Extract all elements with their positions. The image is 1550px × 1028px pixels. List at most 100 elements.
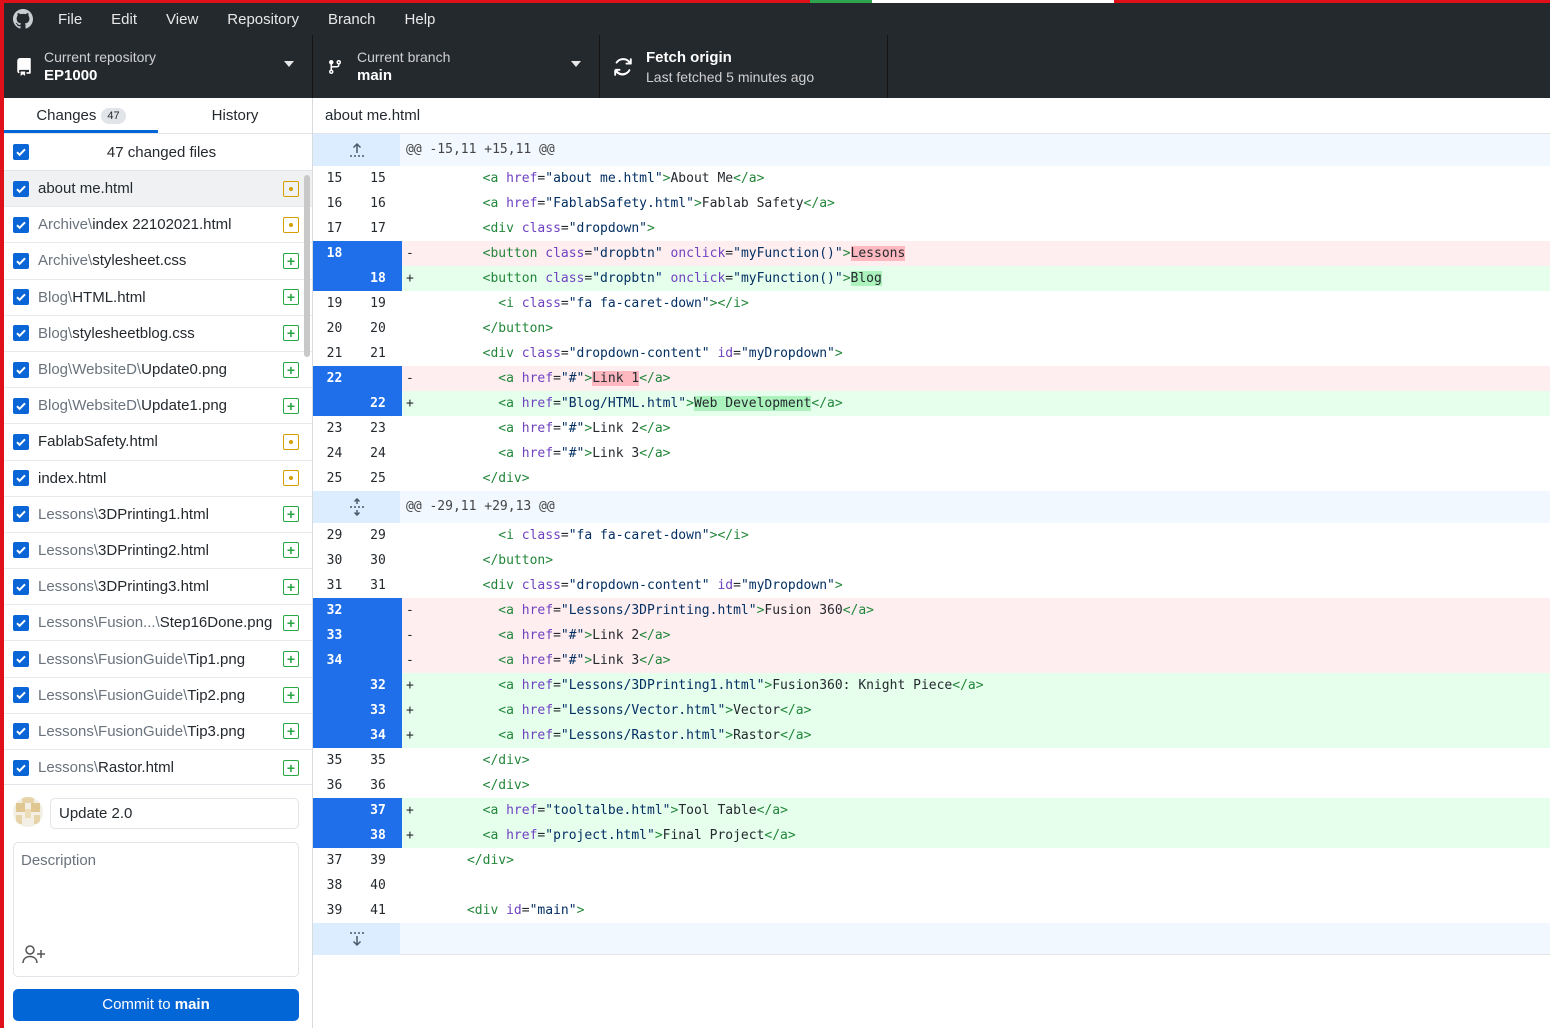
deleted-line[interactable]: 33 - <a href="#">Link 2</a> <box>313 623 1550 648</box>
commit-button[interactable]: Commit to main <box>13 989 299 1021</box>
context-line: 16 16 <a href="FablabSafety.html">Fablab … <box>313 191 1550 216</box>
select-all-checkbox[interactable] <box>13 144 29 160</box>
added-line[interactable]: 32 + <a href="Lessons/3DPrinting1.html">F… <box>313 673 1550 698</box>
added-line[interactable]: 38 + <a href="project.html">Final Project… <box>313 823 1550 848</box>
menu-help[interactable]: Help <box>391 11 451 28</box>
hunk-header[interactable]: @@ -15,11 +15,11 @@ <box>313 134 1550 166</box>
new-line-number: 18 <box>356 266 400 291</box>
file-dir: Lessons\ <box>38 505 99 523</box>
added-line[interactable]: 37 + <a href="tooltalbe.html">Tool Table<… <box>313 798 1550 823</box>
file-row[interactable]: Blog\HTML.html + <box>4 280 312 316</box>
file-checkbox[interactable] <box>13 651 29 668</box>
code-text: </div> <box>482 778 530 793</box>
add-coauthor-icon[interactable] <box>22 944 46 968</box>
added-line[interactable]: 33 + <a href="Lessons/Vector.html">Vector… <box>313 698 1550 723</box>
file-checkbox[interactable] <box>13 325 29 342</box>
deleted-line[interactable]: 32 - <a href="Lessons/3DPrinting.html">Fu… <box>313 598 1550 623</box>
file-row[interactable]: Lessons\3DPrinting2.html + <box>4 533 312 570</box>
menu-view[interactable]: View <box>152 11 213 28</box>
file-row[interactable]: Blog\stylesheetblog.css + <box>4 316 312 352</box>
code-text: </div> <box>482 471 530 486</box>
expand-both-icon[interactable] <box>313 491 400 523</box>
file-checkbox[interactable] <box>13 180 29 197</box>
commit-panel: Update 2.0 Description Commit to main <box>4 784 312 1028</box>
added-line[interactable]: 22 + <a href="Blog/HTML.html">Web Develop… <box>313 391 1550 416</box>
deleted-line[interactable]: 22 - <a href="#">Link 1</a> <box>313 366 1550 391</box>
file-row[interactable]: Lessons\Fusion...\Step16Done.png + <box>4 605 312 642</box>
github-logo-icon <box>4 9 42 29</box>
file-name: about me.html <box>38 180 134 198</box>
file-row[interactable]: Archive\index 22102021.html <box>4 207 312 244</box>
file-row[interactable]: Lessons\Rastor.html + <box>4 750 312 781</box>
fetch-origin-button[interactable]: Fetch origin Last fetched 5 minutes ago <box>600 35 888 98</box>
context-line: 36 36 </div> <box>313 773 1550 798</box>
file-checkbox[interactable] <box>13 216 29 233</box>
added-line[interactable]: 34 + <a href="Lessons/Rastor.html">Rastor… <box>313 723 1550 748</box>
file-row[interactable]: Lessons\3DPrinting3.html + <box>4 569 312 606</box>
file-checkbox[interactable] <box>13 614 29 631</box>
old-line-number: 37 <box>313 848 356 873</box>
commit-summary-input[interactable]: Update 2.0 <box>50 798 299 829</box>
file-checkbox[interactable] <box>13 252 29 269</box>
file-row[interactable]: Blog\WebsiteD\Update1.png + <box>4 388 312 425</box>
file-row[interactable]: Lessons\FusionGuide\Tip2.png + <box>4 678 312 714</box>
hunk-header[interactable]: @@ -29,11 +29,13 @@ <box>313 491 1550 523</box>
file-row[interactable]: about me.html <box>4 171 312 208</box>
old-line-number: 21 <box>313 341 356 366</box>
tab-history[interactable]: History <box>158 98 312 133</box>
code-text: </button> <box>482 553 554 568</box>
file-row[interactable]: Blog\WebsiteD\Update0.png + <box>4 352 312 389</box>
file-dir: Blog\WebsiteD\ <box>38 361 142 379</box>
old-line-number: 34 <box>313 648 356 673</box>
file-checkbox[interactable] <box>13 506 29 523</box>
file-row[interactable]: Lessons\3DPrinting1.html + <box>4 497 312 533</box>
file-checkbox[interactable] <box>13 470 29 487</box>
menu-edit[interactable]: Edit <box>97 11 152 28</box>
menu-file[interactable]: File <box>42 11 97 28</box>
file-checkbox[interactable] <box>13 433 29 450</box>
expand-up-icon[interactable] <box>313 134 400 166</box>
file-name: Update0.png <box>141 361 228 379</box>
file-row[interactable]: Lessons\FusionGuide\Tip1.png + <box>4 641 312 678</box>
file-path: Blog\stylesheetblog.css <box>38 325 283 342</box>
file-row[interactable]: Archive\stylesheet.css + <box>4 243 312 280</box>
file-added-icon: + <box>283 397 299 414</box>
menu-branch[interactable]: Branch <box>314 11 391 28</box>
file-row[interactable]: index.html <box>4 461 312 497</box>
added-line[interactable]: 18 + <button class="dropbtn" onclick="myF… <box>313 266 1550 291</box>
deleted-line[interactable]: 34 - <a href="#">Link 3</a> <box>313 648 1550 673</box>
file-dir: Lessons\Fusion...\ <box>38 614 160 632</box>
file-path: Archive\stylesheet.css <box>38 252 283 269</box>
new-line-number: 31 <box>356 573 400 598</box>
menu-repository[interactable]: Repository <box>213 11 314 28</box>
file-checkbox[interactable] <box>13 397 29 414</box>
code-text: - <a href="#">Link 3</a> <box>406 653 671 668</box>
expand-down-icon[interactable] <box>313 923 400 955</box>
file-checkbox[interactable] <box>13 723 29 740</box>
file-checkbox[interactable] <box>13 759 29 776</box>
file-row[interactable]: Lessons\FusionGuide\Tip3.png + <box>4 714 312 750</box>
file-dir: Blog\ <box>38 324 73 342</box>
diff-file-name: about me.html <box>313 98 1550 134</box>
file-checkbox[interactable] <box>13 542 29 559</box>
commit-description-field[interactable]: Description <box>13 842 299 977</box>
tab-changes[interactable]: Changes 47 <box>4 98 158 133</box>
code-text: <i class="fa fa-caret-down"></i> <box>498 296 749 311</box>
current-branch-button[interactable]: Current branch main <box>313 35 600 98</box>
changed-files-list[interactable]: about me.html Archive\index 22102021.html… <box>4 171 312 781</box>
file-checkbox[interactable] <box>13 687 29 704</box>
file-dir: Lessons\ <box>38 759 99 777</box>
file-checkbox[interactable] <box>13 578 29 595</box>
hunk-header[interactable] <box>313 923 1550 955</box>
file-dir: Lessons\FusionGuide\ <box>38 650 188 668</box>
branch-name: main <box>357 67 393 84</box>
old-line-number: 15 <box>313 166 356 191</box>
current-repository-button[interactable]: Current repository EP1000 <box>4 35 313 98</box>
file-checkbox[interactable] <box>13 361 29 378</box>
scrollbar-thumb[interactable] <box>304 175 310 357</box>
code-text: - <a href="#">Link 1</a> <box>406 371 671 386</box>
file-row[interactable]: FablabSafety.html <box>4 424 312 461</box>
deleted-line[interactable]: 18 - <button class="dropbtn" onclick="myF… <box>313 241 1550 266</box>
fetch-label: Fetch origin <box>646 48 732 66</box>
file-checkbox[interactable] <box>13 289 29 306</box>
